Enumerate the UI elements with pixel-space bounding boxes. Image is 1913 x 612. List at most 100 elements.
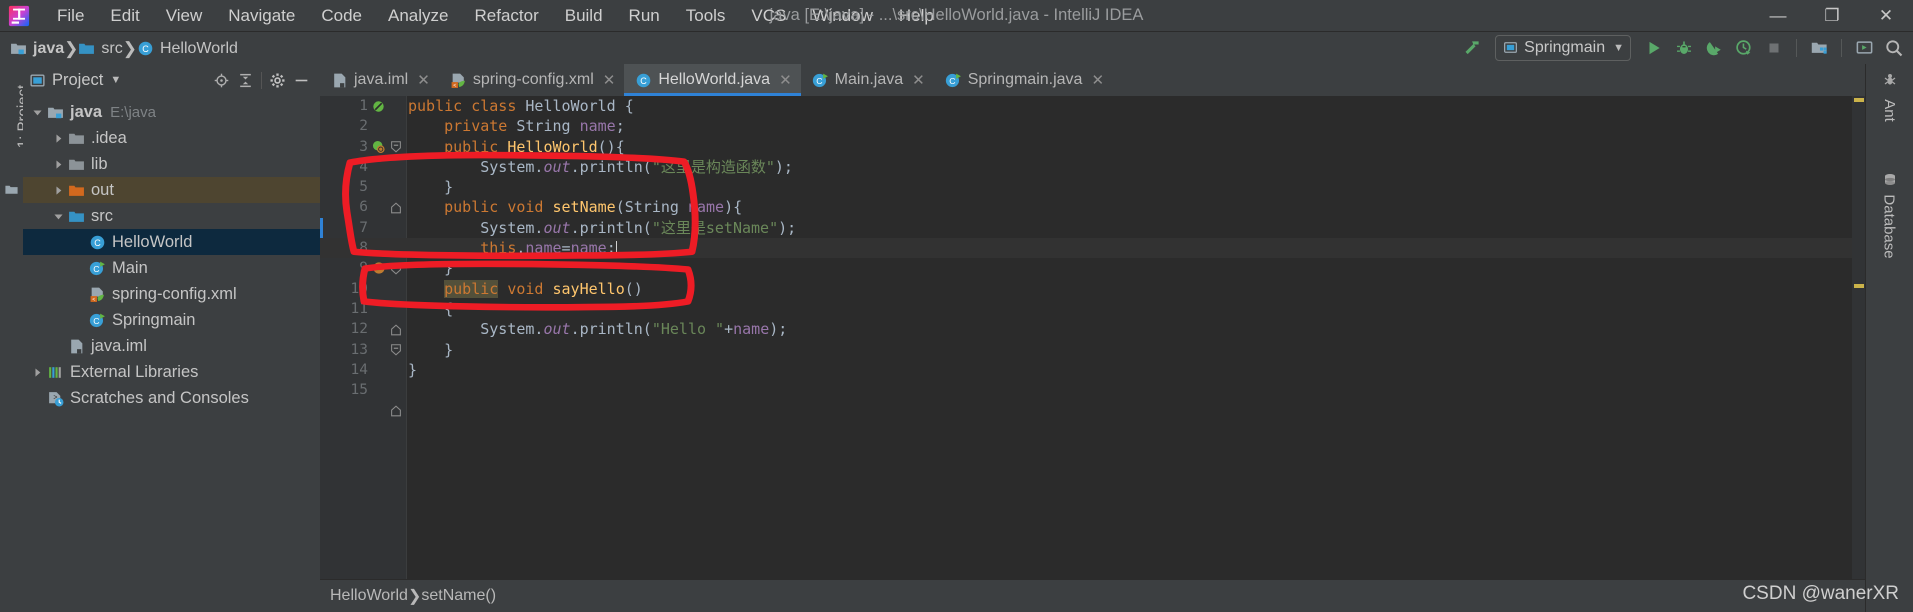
collapse-all-icon[interactable] bbox=[237, 72, 254, 89]
build-project-button[interactable] bbox=[1459, 35, 1485, 61]
tree-node-src[interactable]: src bbox=[23, 203, 320, 229]
spring-bean-marker-icon[interactable] bbox=[372, 261, 386, 275]
code-line[interactable]: 2 private String name; bbox=[320, 116, 1866, 136]
tree-node-lib[interactable]: lib bbox=[23, 151, 320, 177]
code-line[interactable]: 6 public void setName(String name){ bbox=[320, 197, 1866, 217]
tool-window-button-ant[interactable]: Ant bbox=[1866, 72, 1913, 122]
editor-tab-springmain-java[interactable]: C Springmain.java ✕ bbox=[934, 64, 1113, 96]
code-line[interactable]: 13 } bbox=[320, 340, 1866, 360]
code-line[interactable]: 5 } bbox=[320, 177, 1866, 197]
menu-item-tools[interactable]: Tools bbox=[673, 0, 739, 31]
inspection-ok-icon[interactable] bbox=[372, 100, 385, 113]
project-tree[interactable]: java E:\java .idea lib out src C HelloWorld C Mai… bbox=[23, 96, 320, 612]
fold-end-icon[interactable] bbox=[389, 201, 403, 215]
menu-item-analyze[interactable]: Analyze bbox=[375, 0, 461, 31]
breadcrumb-class[interactable]: HelloWorld bbox=[330, 587, 408, 605]
run-button[interactable] bbox=[1641, 35, 1667, 61]
project-structure-button[interactable] bbox=[1806, 35, 1832, 61]
tree-node-spring-config-xml[interactable]: < spring-config.xml bbox=[23, 281, 320, 307]
minimize-button[interactable]: — bbox=[1751, 0, 1805, 31]
maximize-button[interactable]: ❐ bbox=[1805, 0, 1859, 31]
editor-tab-spring-config-xml[interactable]: < spring-config.xml ✕ bbox=[439, 64, 625, 96]
menu-item-edit[interactable]: Edit bbox=[97, 0, 152, 31]
tree-node--idea[interactable]: .idea bbox=[23, 125, 320, 151]
error-stripe-gutter[interactable] bbox=[1852, 96, 1866, 580]
editor-tab-java-iml[interactable]: java.iml ✕ bbox=[320, 64, 439, 96]
fold-end-icon-2[interactable] bbox=[389, 323, 403, 337]
profiler-button[interactable] bbox=[1731, 35, 1757, 61]
menu-item-window[interactable]: Window bbox=[799, 0, 885, 31]
menu-item-code[interactable]: Code bbox=[308, 0, 375, 31]
select-opened-file-button[interactable] bbox=[1851, 35, 1877, 61]
code-line[interactable]: 4 System.out.println("这里是构造函数"); bbox=[320, 157, 1866, 177]
menu-item-file[interactable]: File bbox=[44, 0, 97, 31]
fold-collapse-icon-3[interactable] bbox=[389, 343, 403, 357]
code-line[interactable]: 15 bbox=[320, 380, 1866, 400]
close-icon[interactable]: ✕ bbox=[603, 71, 616, 89]
tree-node-java[interactable]: java E:\java bbox=[23, 99, 320, 125]
code-editor[interactable]: 1 public class HelloWorld {2 private Stri… bbox=[320, 96, 1866, 580]
menu-item-refactor[interactable]: Refactor bbox=[461, 0, 551, 31]
favorites-folder-icon[interactable] bbox=[4, 182, 19, 197]
code-line[interactable]: 12 System.out.println("Hello "+name); bbox=[320, 319, 1866, 339]
tree-node-main[interactable]: C Main bbox=[23, 255, 320, 281]
tree-node-out[interactable]: out bbox=[23, 177, 320, 203]
code-line[interactable]: 9 } bbox=[320, 258, 1866, 278]
code-line[interactable]: 3 public HelloWorld(){ bbox=[320, 137, 1866, 157]
tree-node-external-libraries[interactable]: External Libraries bbox=[23, 359, 320, 385]
code-text: System.out.println("这里是构造函数"); bbox=[408, 157, 793, 176]
fold-collapse-icon[interactable] bbox=[389, 140, 403, 154]
menu-item-view[interactable]: View bbox=[153, 0, 216, 31]
menu-item-build[interactable]: Build bbox=[552, 0, 616, 31]
settings-gear-icon[interactable] bbox=[269, 72, 286, 89]
code-line[interactable]: 1 public class HelloWorld { bbox=[320, 96, 1866, 116]
scratches-icon: >_ bbox=[49, 391, 64, 406]
run-with-coverage-button[interactable] bbox=[1701, 35, 1727, 61]
close-icon[interactable]: ✕ bbox=[417, 71, 430, 89]
close-icon[interactable]: ✕ bbox=[1091, 71, 1104, 89]
close-icon[interactable]: ✕ bbox=[779, 71, 792, 89]
breadcrumb-member[interactable]: setName() bbox=[421, 587, 496, 605]
menu-item-vcs[interactable]: VCS bbox=[738, 0, 799, 31]
code-line[interactable]: 8 this.name=name; bbox=[320, 238, 1866, 259]
chevron-right-icon[interactable] bbox=[52, 132, 65, 145]
breadcrumb-item-src[interactable]: src bbox=[78, 40, 123, 58]
chevron-right-icon[interactable] bbox=[31, 366, 44, 379]
menu-item-navigate[interactable]: Navigate bbox=[215, 0, 308, 31]
editor-tab-helloworld-java[interactable]: C HelloWorld.java ✕ bbox=[624, 64, 801, 96]
tree-node-springmain[interactable]: C Springmain bbox=[23, 307, 320, 333]
breadcrumb-item-java[interactable]: java bbox=[10, 40, 64, 58]
tree-node-helloworld[interactable]: C HelloWorld bbox=[23, 229, 320, 255]
code-line[interactable]: 7 System.out.println("这里是setName"); bbox=[320, 217, 1866, 239]
tree-node-java-iml[interactable]: java.iml bbox=[23, 333, 320, 359]
code-line[interactable]: 14} bbox=[320, 360, 1866, 380]
tree-node-scratches-and-consoles[interactable]: >_ Scratches and Consoles bbox=[23, 385, 320, 411]
breadcrumb-item-HelloWorld[interactable]: C HelloWorld bbox=[137, 40, 238, 58]
chevron-down-icon[interactable] bbox=[31, 106, 44, 119]
chevron-right-icon[interactable] bbox=[52, 184, 65, 197]
menu-item-run[interactable]: Run bbox=[616, 0, 673, 31]
debug-button[interactable] bbox=[1671, 35, 1697, 61]
module-folder-icon bbox=[11, 43, 26, 55]
stop-button[interactable] bbox=[1761, 35, 1787, 61]
editor-tab-main-java[interactable]: C Main.java ✕ bbox=[801, 64, 934, 96]
stripe-warning-mark[interactable] bbox=[1854, 98, 1864, 102]
code-line[interactable]: 11 { bbox=[320, 299, 1866, 319]
close-icon[interactable]: ✕ bbox=[912, 71, 925, 89]
search-everywhere-button[interactable] bbox=[1881, 35, 1907, 61]
fold-collapse-icon-2[interactable] bbox=[389, 262, 403, 276]
window-controls: — ❐ ✕ bbox=[1751, 0, 1913, 31]
scroll-from-source-icon[interactable] bbox=[213, 72, 230, 89]
hide-panel-icon[interactable] bbox=[293, 72, 310, 89]
chevron-down-icon[interactable] bbox=[52, 210, 65, 223]
menu-item-help[interactable]: Help bbox=[886, 0, 947, 31]
run-configuration-selector[interactable]: Springmain ▼ bbox=[1495, 34, 1631, 61]
code-line[interactable]: 10 public void sayHello() bbox=[320, 279, 1866, 299]
close-button[interactable]: ✕ bbox=[1859, 0, 1913, 31]
watermark: CSDN @wanerXR bbox=[1742, 583, 1899, 604]
constructor-marker-icon[interactable] bbox=[372, 140, 386, 154]
stripe-warning-mark-2[interactable] bbox=[1854, 284, 1864, 288]
chevron-right-icon[interactable] bbox=[52, 158, 65, 171]
fold-end-icon-3[interactable] bbox=[389, 404, 403, 418]
tool-window-button-database[interactable]: Database bbox=[1866, 172, 1913, 259]
